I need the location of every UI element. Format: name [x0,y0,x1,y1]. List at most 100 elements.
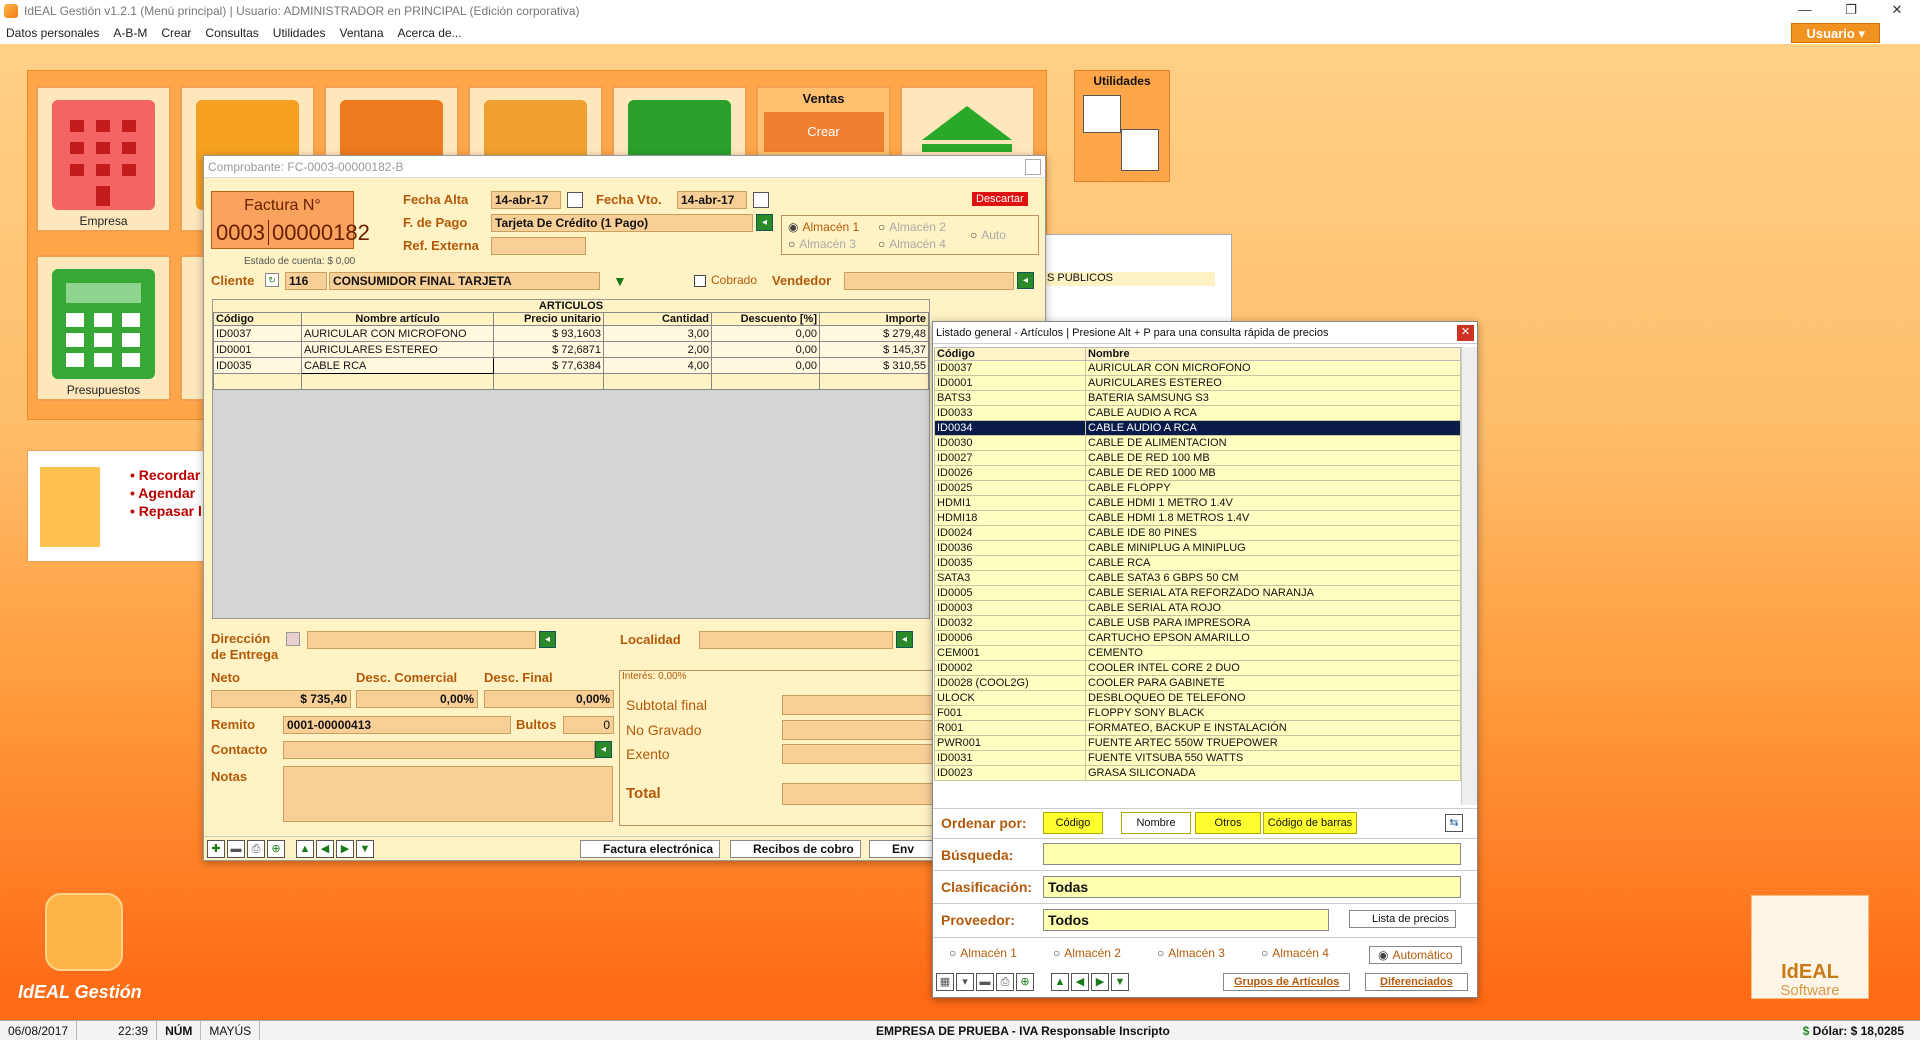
menu-utilidades[interactable]: Utilidades [273,26,326,40]
list-almacen-4-radio[interactable]: Almacén 4 [1261,946,1329,960]
list-item[interactable]: ID0035 CABLE RCA [934,555,1461,571]
desc-comercial-field[interactable]: 0,00% [356,690,478,708]
fpago-field[interactable]: Tarjeta De Crédito (1 Pago) [491,214,753,232]
print-icon[interactable]: ⎙ [996,973,1014,991]
list-item[interactable]: ID0006 CARTUCHO EPSON AMARILLO [934,630,1461,646]
list-item[interactable]: ID0036 CABLE MINIPLUG A MINIPLUG [934,540,1461,556]
list-almacen-1-radio[interactable]: Almacén 1 [949,946,1017,960]
calendar-icon[interactable] [567,192,583,208]
col-nombre[interactable]: Nombre artículo [301,312,494,326]
col-nombre[interactable]: Nombre [1085,347,1461,361]
almacen-3-radio[interactable]: Almacén 3 [788,237,856,251]
list-item[interactable]: ID0037 AURICULAR CON MICROFONO [934,360,1461,376]
list-almacen-auto-radio[interactable]: Automático [1369,946,1462,964]
list-item[interactable]: ID0027 CABLE DE RED 100 MB [934,450,1461,466]
notepad-icon[interactable] [1121,129,1159,171]
table-row[interactable]: ID0037 AURICULAR CON MICROFONO $ 93,1603 3,… [213,325,929,342]
menu-consultas[interactable]: Consultas [205,26,258,40]
prev-icon[interactable]: ◀ [1071,973,1089,991]
descartar-button[interactable]: Descartar [972,192,1028,206]
list-item[interactable]: ID0026 CABLE DE RED 1000 MB [934,465,1461,481]
calendar-icon[interactable] [753,192,769,208]
list-item[interactable]: ID0031 FUENTE VITSUBA 550 WATTS [934,750,1461,766]
col-importe[interactable]: Importe [819,312,929,326]
fecha-vto-field[interactable]: 14-abr-17 [677,191,747,209]
menu-datos-personales[interactable]: Datos personales [6,26,99,40]
list-item[interactable]: F001 FLOPPY SONY BLACK [934,705,1461,721]
tile-empresa[interactable]: Empresa [36,86,171,232]
busqueda-input[interactable] [1043,843,1461,865]
list-almacen-2-radio[interactable]: Almacén 2 [1053,946,1121,960]
diferenciados-button[interactable]: Diferenciados [1365,973,1468,991]
invoice-close-icon[interactable] [1025,159,1041,175]
cliente-nombre-field[interactable]: CONSUMIDOR FINAL TARJETA [329,272,600,290]
usuario-button[interactable]: Usuario ▾ [1791,23,1880,43]
next-icon[interactable]: ▶ [1091,973,1109,991]
restore-icon[interactable]: ❐ [1828,0,1874,22]
tile-presupuestos[interactable]: Presupuestos [36,255,171,401]
last-icon[interactable]: ▼ [356,840,374,858]
ref-externa-field[interactable] [491,237,586,255]
repasar-item[interactable]: • Repasar l [130,503,202,519]
notas-field[interactable] [283,766,613,822]
swap-order-icon[interactable]: ⇆ [1445,814,1463,832]
lista-precios-button[interactable]: Lista de precios [1349,910,1457,928]
ventas-crear-button[interactable]: Crear [763,112,884,152]
col-codigo[interactable]: Código [213,312,302,326]
list-almacen-3-radio[interactable]: Almacén 3 [1157,946,1225,960]
almacen-auto-radio[interactable]: Auto [970,228,1006,242]
vendedor-select-icon[interactable]: ◂ [1017,272,1034,289]
ordenar-codigo-button[interactable]: Código [1043,812,1103,834]
remove-icon[interactable]: ▬ [976,973,994,991]
add-row-icon[interactable]: ⊕ [1016,973,1034,991]
next-icon[interactable]: ▶ [336,840,354,858]
contacto-field[interactable] [283,741,595,759]
grupos-articulos-button[interactable]: Grupos de Artículos [1223,973,1351,991]
col-codigo[interactable]: Código [934,347,1086,361]
list-item[interactable]: HDMI1 CABLE HDMI 1 METRO 1.4V [934,495,1461,511]
menu-abm[interactable]: A-B-M [113,26,147,40]
list-item[interactable]: BATS3 BATERIA SAMSUNG S3 [934,390,1461,406]
list-item[interactable]: ID0033 CABLE AUDIO A RCA [934,405,1461,421]
col-precio[interactable]: Precio unitario [493,312,604,326]
cliente-dropdown-icon[interactable]: ▼ [613,273,627,289]
list-item[interactable]: ID0032 CABLE USB PARA IMPRESORA [934,615,1461,631]
list-item[interactable]: ID0002 COOLER INTEL CORE 2 DUO [934,660,1461,676]
col-cantidad[interactable]: Cantidad [603,312,712,326]
ordenar-barras-button[interactable]: Código de barras [1263,812,1357,834]
fecha-alta-field[interactable]: 14-abr-17 [491,191,561,209]
remito-field[interactable]: 0001-00000413 [283,716,511,734]
localidad-field[interactable] [699,631,893,649]
view-icon[interactable]: ▦ [936,973,954,991]
listado-scrollbar[interactable] [1461,347,1477,805]
calculator-small-icon[interactable] [1083,95,1121,133]
last-icon[interactable]: ▼ [1111,973,1129,991]
list-item[interactable]: ID0005 CABLE SERIAL ATA REFORZADO NARANJA [934,585,1461,601]
print-icon[interactable]: ⎙ [247,840,265,858]
list-item[interactable]: R001 FORMATEO, BACKUP E INSTALACIÓN [934,720,1461,736]
direccion-field[interactable] [307,631,536,649]
list-item[interactable]: ID0025 CABLE FLOPPY [934,480,1461,496]
fpago-select-icon[interactable]: ◂ [756,214,773,231]
prev-icon[interactable]: ◀ [316,840,334,858]
list-item[interactable]: ULOCK DESBLOQUEO DE TELEFONO [934,690,1461,706]
contacto-select-icon[interactable]: ◂ [595,741,612,758]
vendedor-field[interactable] [844,272,1014,290]
almacen-4-radio[interactable]: Almacén 4 [878,237,946,251]
agendar-item[interactable]: • Agendar [130,485,202,501]
listado-close-icon[interactable]: ✕ [1457,325,1474,341]
almacen-2-radio[interactable]: Almacén 2 [878,220,946,234]
ordenar-nombre-button[interactable]: Nombre [1121,812,1191,834]
factura-electronica-button[interactable]: Factura electrónica [580,840,721,858]
list-item[interactable]: CEM001 CEMENTO [934,645,1461,661]
table-row[interactable]: ID0035 CABLE RCA $ 77,6384 4,00 0,00 $ 310,55 [213,357,929,374]
list-item[interactable]: ID0003 CABLE SERIAL ATA ROJO [934,600,1461,616]
remove-icon[interactable]: ▬ [227,840,245,858]
localidad-select-icon[interactable]: ◂ [896,631,913,648]
list-item[interactable]: HDMI18 CABLE HDMI 1.8 METROS 1.4V [934,510,1461,526]
recibos-cobro-button[interactable]: Recibos de cobro [730,840,861,858]
cobrado-checkbox[interactable] [694,275,706,287]
close-icon[interactable]: ✕ [1874,0,1920,22]
menu-acerca-de[interactable]: Acerca de... [398,26,462,40]
list-item[interactable]: ID0024 CABLE IDE 80 PINES [934,525,1461,541]
